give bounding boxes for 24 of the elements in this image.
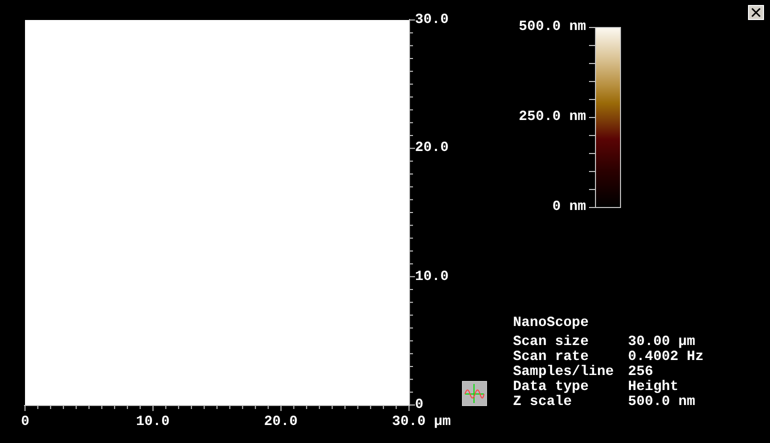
info-value: 500.0 nm (628, 395, 696, 409)
info-label: Data type (513, 380, 590, 394)
axis-label: 0 (21, 415, 30, 429)
info-value: Height (628, 380, 678, 394)
axis-label: 30.0 µm (392, 415, 451, 429)
axis-label: 20.0 (415, 141, 449, 156)
info-label: Samples/line (513, 365, 615, 379)
axis-label: 30.0 (415, 13, 449, 27)
waveform-button[interactable] (462, 381, 487, 406)
close-icon[interactable] (748, 5, 764, 20)
color-scale-label: 250.0 nm (518, 110, 586, 124)
axis-label: 10.0 (415, 270, 449, 284)
info-label: Scan size (513, 335, 590, 349)
axis-label: 20.0 (264, 415, 298, 429)
info-value: 0.4002 Hz (628, 350, 704, 364)
axis-label: 10.0 (136, 415, 170, 429)
info-label: Scan rate (513, 350, 589, 364)
axis-label: 0 (415, 398, 424, 412)
info-value: 256 (628, 365, 654, 379)
info-label: Z scale (513, 395, 573, 409)
info-title: NanoScope (513, 316, 590, 330)
color-scale-label: 500.0 nm (518, 20, 586, 34)
info-value: 30.00 µm (628, 335, 696, 349)
color-scale-label: 0 nm (551, 200, 586, 214)
